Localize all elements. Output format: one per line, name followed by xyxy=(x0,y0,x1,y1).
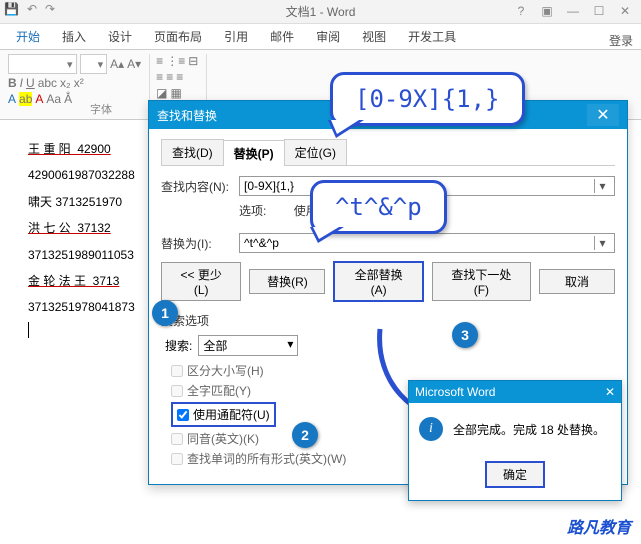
maximize-icon[interactable]: ☐ xyxy=(587,2,611,20)
undo-icon[interactable]: ↶ xyxy=(27,2,37,16)
tab-design[interactable]: 设计 xyxy=(100,24,140,49)
font-group-label: 字体 xyxy=(90,101,112,117)
options-label: 选项: xyxy=(239,204,266,218)
tab-replace[interactable]: 替换(P) xyxy=(223,140,285,166)
change-case-icon[interactable]: Aa xyxy=(46,92,61,106)
msgbox-titlebar[interactable]: Microsoft Word ✕ xyxy=(409,381,621,403)
shrink-font-icon[interactable]: A▾ xyxy=(127,57,141,71)
step-badge-3: 3 xyxy=(452,322,478,348)
dropdown-icon[interactable]: ▾ xyxy=(594,179,610,193)
strike-icon[interactable]: abc xyxy=(38,76,57,90)
msgbox-close-icon[interactable]: ✕ xyxy=(605,385,615,399)
multilevel-icon[interactable]: ⊟ xyxy=(188,54,198,68)
window-titlebar: 💾 ↶ ↷ 文档1 - Word ? ▣ — ☐ ✕ xyxy=(0,0,641,24)
superscript-icon[interactable]: x² xyxy=(74,76,84,90)
align-right-icon[interactable]: ≡ xyxy=(176,70,183,84)
replace-all-button[interactable]: 全部替换(A) xyxy=(333,261,423,302)
chk-match-case: 区分大小写(H) xyxy=(171,362,615,379)
highlight-icon[interactable]: ab xyxy=(19,92,32,106)
font-selector[interactable]: ▾ xyxy=(8,54,77,74)
msgbox-text: 全部完成。完成 18 处替换。 xyxy=(453,421,605,438)
msgbox-title: Microsoft Word xyxy=(415,385,495,399)
close-icon[interactable]: ✕ xyxy=(613,2,637,20)
search-options-heading: 搜索选项 xyxy=(161,312,615,329)
search-scope-select[interactable]: 全部▾ xyxy=(198,335,298,356)
tab-view[interactable]: 视图 xyxy=(354,24,394,49)
find-input-value: [0-9X]{1,} xyxy=(244,179,294,193)
borders-icon[interactable]: ▦ xyxy=(171,86,182,100)
font-color-icon[interactable]: A xyxy=(8,92,16,106)
restore-icon[interactable]: ▣ xyxy=(535,2,559,20)
tab-insert[interactable]: 插入 xyxy=(54,24,94,49)
help-icon[interactable]: ? xyxy=(509,2,533,20)
align-left-icon[interactable]: ≡ xyxy=(156,70,163,84)
find-label: 查找内容(N): xyxy=(161,178,233,195)
tab-home[interactable]: 开始 xyxy=(8,24,48,49)
less-button[interactable]: << 更少(L) xyxy=(161,262,242,301)
dialog-title: 查找和替换 xyxy=(157,107,217,124)
underline-button[interactable]: U xyxy=(26,76,35,90)
bullets-icon[interactable]: ≡ xyxy=(156,54,163,68)
bold-button[interactable]: B xyxy=(8,76,17,90)
msgbox-ok-button[interactable]: 确定 xyxy=(485,461,545,488)
subscript-icon[interactable]: x₂ xyxy=(60,76,71,90)
tab-layout[interactable]: 页面布局 xyxy=(146,24,210,49)
cancel-button[interactable]: 取消 xyxy=(539,269,615,294)
tab-developer[interactable]: 开发工具 xyxy=(400,24,464,49)
tab-find[interactable]: 查找(D) xyxy=(161,139,224,165)
step-badge-2: 2 xyxy=(292,422,318,448)
replace-button[interactable]: 替换(R) xyxy=(249,269,325,294)
italic-button[interactable]: I xyxy=(20,76,23,90)
step-badge-1: 1 xyxy=(152,300,178,326)
tab-review[interactable]: 审阅 xyxy=(308,24,348,49)
align-center-icon[interactable]: ≡ xyxy=(166,70,173,84)
replace-label: 替换为(I): xyxy=(161,235,233,252)
callout-replace-pattern: ^t^&^p xyxy=(310,180,447,234)
dropdown-icon[interactable]: ▾ xyxy=(594,236,610,250)
save-icon[interactable]: 💾 xyxy=(4,2,19,16)
callout-tail xyxy=(310,227,344,243)
shading-icon[interactable]: ◪ xyxy=(156,86,167,100)
find-next-button[interactable]: 查找下一处(F) xyxy=(432,262,531,301)
result-msgbox: Microsoft Word ✕ i 全部完成。完成 18 处替换。 确定 xyxy=(408,380,622,501)
tab-references[interactable]: 引用 xyxy=(216,24,256,49)
info-icon: i xyxy=(419,417,443,441)
search-scope-label: 搜索: xyxy=(165,337,192,354)
ribbon-tabs: 开始 插入 设计 页面布局 引用 邮件 审阅 视图 开发工具 登录 xyxy=(0,24,641,50)
callout-tail xyxy=(328,120,364,138)
tab-goto[interactable]: 定位(G) xyxy=(284,139,347,165)
callout-find-pattern: [0-9X]{1,} xyxy=(330,72,525,126)
window-title: 文档1 - Word xyxy=(286,3,356,20)
text-caret xyxy=(28,322,29,338)
numbering-icon[interactable]: ⋮≡ xyxy=(166,54,185,68)
dialog-close-icon[interactable]: ✕ xyxy=(587,104,619,126)
login-link[interactable]: 登录 xyxy=(609,32,633,49)
replace-input[interactable]: ^t^&^p ▾ xyxy=(239,233,615,253)
tab-mailings[interactable]: 邮件 xyxy=(262,24,302,49)
replace-input-value: ^t^&^p xyxy=(244,236,279,250)
grow-font-icon[interactable]: A▴ xyxy=(110,57,124,71)
fontsize-selector[interactable]: ▾ xyxy=(80,54,108,74)
watermark: 路凡教育 xyxy=(567,514,631,538)
char-scale-icon[interactable]: A̐ xyxy=(64,92,72,106)
redo-icon[interactable]: ↷ xyxy=(45,2,55,16)
search-scope-value: 全部 xyxy=(203,337,227,354)
minimize-icon[interactable]: — xyxy=(561,2,585,20)
text-effects-icon[interactable]: A xyxy=(35,92,43,106)
chk-use-wildcards[interactable]: 使用通配符(U) xyxy=(171,402,276,427)
